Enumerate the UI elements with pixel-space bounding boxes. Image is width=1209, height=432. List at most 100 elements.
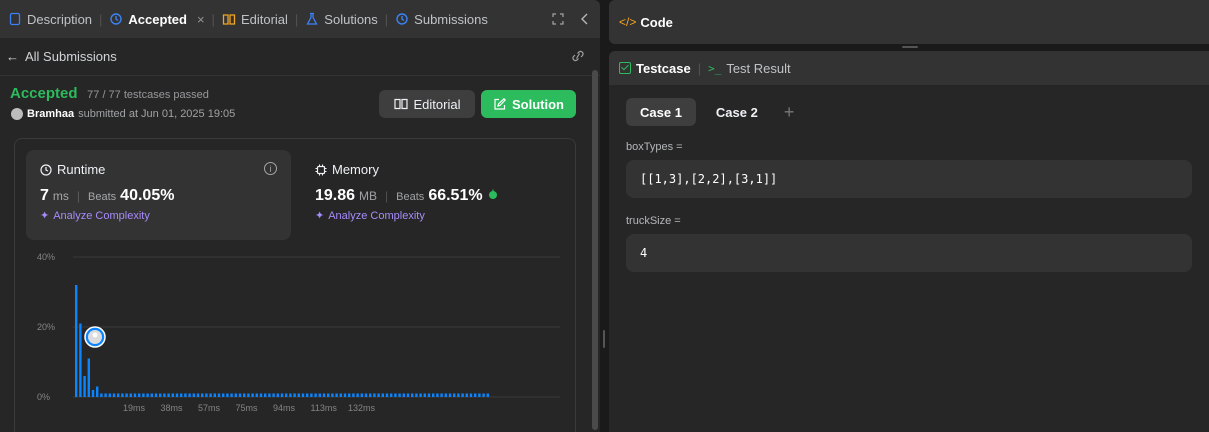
chart-bar[interactable] — [217, 393, 221, 398]
chart-bar[interactable] — [108, 393, 111, 398]
chart-bar[interactable] — [264, 393, 267, 398]
your-submission-marker[interactable] — [84, 326, 106, 348]
chart-bar[interactable] — [398, 393, 401, 398]
chart-bar[interactable] — [385, 393, 389, 398]
chart-bar[interactable] — [280, 393, 284, 398]
chart-bar[interactable] — [96, 386, 99, 398]
chart-bar[interactable] — [196, 393, 200, 398]
chart-bar[interactable] — [327, 393, 330, 398]
chart-bar[interactable] — [457, 393, 460, 398]
chart-bar[interactable] — [205, 393, 208, 398]
chart-bar[interactable] — [318, 393, 321, 398]
chart-bar[interactable] — [276, 393, 279, 398]
chart-bar[interactable] — [230, 393, 233, 398]
chart-bar[interactable] — [75, 285, 78, 397]
maximize-icon[interactable] — [552, 13, 564, 25]
truck-size-input[interactable]: 4 — [626, 234, 1192, 272]
chart-bar[interactable] — [322, 393, 326, 398]
runtime-distribution-chart[interactable]: 40% 20% 0% 19ms 38ms 57ms 75ms 94ms 113ms 132ms — [15, 139, 577, 432]
chart-bar[interactable] — [247, 393, 250, 398]
chart-bar[interactable] — [474, 393, 477, 398]
chart-bar[interactable] — [402, 393, 405, 398]
chart-bar[interactable] — [406, 393, 410, 398]
chart-bar[interactable] — [87, 358, 90, 398]
tab-description[interactable]: Description — [8, 12, 92, 27]
chart-bar[interactable] — [154, 393, 158, 398]
chevron-left-icon[interactable] — [580, 13, 590, 25]
resize-grip[interactable] — [902, 46, 918, 48]
chart-bar[interactable] — [381, 393, 384, 398]
chart-bar[interactable] — [339, 393, 342, 398]
chart-bar[interactable] — [285, 393, 288, 398]
submitter-name[interactable]: Bramhaa — [27, 108, 74, 120]
chart-bar[interactable] — [390, 393, 393, 398]
chart-bar[interactable] — [432, 393, 435, 398]
chart-bar[interactable] — [125, 393, 128, 398]
chart-bar[interactable] — [440, 393, 443, 398]
chart-bar[interactable] — [394, 393, 397, 398]
box-types-input[interactable]: [[1,3],[2,2],[3,1]] — [626, 160, 1192, 198]
code-title[interactable]: Code — [640, 15, 673, 30]
chart-bar[interactable] — [259, 393, 263, 398]
chart-bar[interactable] — [444, 393, 447, 398]
chart-bar[interactable] — [373, 393, 376, 398]
chart-bar[interactable] — [79, 323, 82, 398]
chart-bar[interactable] — [369, 393, 372, 398]
chart-bar[interactable] — [167, 393, 170, 398]
chart-bar[interactable] — [91, 390, 95, 397]
chart-bar[interactable] — [222, 393, 225, 398]
chart-bar[interactable] — [482, 393, 485, 398]
case-2-tab[interactable]: Case 2 — [702, 98, 772, 126]
chart-bar[interactable] — [427, 393, 431, 398]
chart-bar[interactable] — [360, 393, 363, 398]
chart-bar[interactable] — [465, 393, 468, 398]
chart-bar[interactable] — [453, 393, 456, 398]
chart-bar[interactable] — [83, 376, 86, 397]
chart-bar[interactable] — [129, 393, 132, 398]
chart-bar[interactable] — [423, 393, 426, 398]
chart-bar[interactable] — [268, 393, 271, 398]
chart-bar[interactable] — [192, 393, 195, 398]
chart-bar[interactable] — [331, 393, 334, 398]
chart-bar[interactable] — [486, 393, 489, 398]
case-1-tab[interactable]: Case 1 — [626, 98, 696, 126]
chart-bar[interactable] — [415, 393, 418, 398]
chart-bar[interactable] — [213, 393, 216, 398]
chart-bar[interactable] — [159, 393, 162, 398]
chart-bar[interactable] — [436, 393, 439, 398]
chart-bar[interactable] — [171, 393, 174, 398]
tab-testcase[interactable]: Testcase — [619, 61, 691, 76]
tab-test-result[interactable]: >_ Test Result — [708, 61, 791, 76]
solution-button[interactable]: Solution — [481, 90, 576, 118]
chart-bar[interactable] — [209, 393, 212, 398]
tab-solutions[interactable]: Solutions — [305, 12, 378, 27]
editorial-button[interactable]: Editorial — [379, 90, 475, 118]
tab-accepted[interactable]: Accepted × — [109, 12, 205, 27]
link-icon[interactable] — [570, 49, 586, 63]
avatar[interactable] — [11, 108, 23, 120]
chart-bar[interactable] — [104, 393, 107, 398]
chart-bar[interactable] — [469, 393, 473, 398]
chart-bar[interactable] — [188, 393, 191, 398]
chart-bar[interactable] — [314, 393, 317, 398]
chart-bar[interactable] — [335, 393, 338, 398]
chart-bar[interactable] — [112, 393, 116, 398]
chart-bar[interactable] — [226, 393, 229, 398]
chart-bar[interactable] — [100, 393, 103, 398]
tab-submissions[interactable]: Submissions — [395, 12, 488, 27]
chart-bar[interactable] — [133, 393, 137, 398]
chart-bar[interactable] — [352, 393, 355, 398]
chart-bar[interactable] — [238, 393, 242, 398]
chart-bar[interactable] — [478, 393, 481, 398]
chart-bar[interactable] — [201, 393, 204, 398]
chart-bar[interactable] — [461, 393, 464, 398]
chart-bar[interactable] — [180, 393, 183, 398]
chart-bar[interactable] — [255, 393, 258, 398]
chart-bar[interactable] — [297, 393, 300, 398]
chart-bar[interactable] — [184, 393, 187, 398]
chart-bar[interactable] — [411, 393, 414, 398]
chart-bar[interactable] — [272, 393, 275, 398]
chart-bar[interactable] — [419, 393, 422, 398]
chart-bar[interactable] — [348, 393, 351, 398]
chart-bar[interactable] — [310, 393, 313, 398]
